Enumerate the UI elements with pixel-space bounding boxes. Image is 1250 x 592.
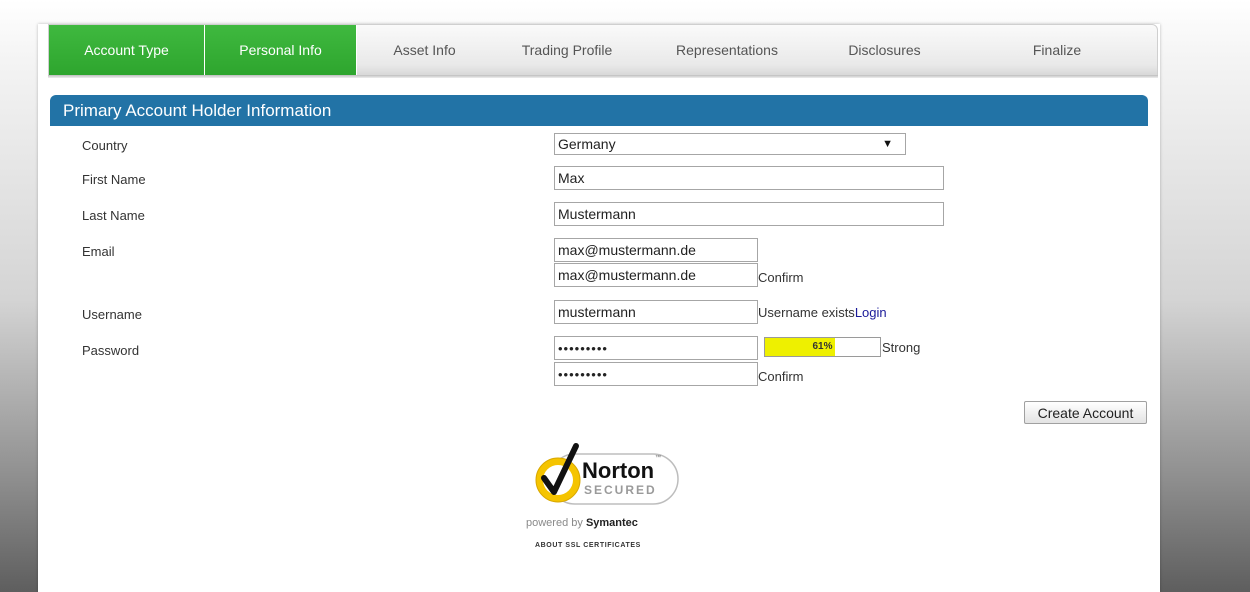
- email-confirm-label: Confirm: [758, 270, 804, 285]
- create-account-button[interactable]: Create Account: [1024, 401, 1147, 424]
- first-name-label: First Name: [82, 172, 146, 187]
- password-strength-label: Strong: [882, 340, 921, 355]
- email-label: Email: [82, 244, 115, 259]
- username-status-text: Username exists: [758, 305, 855, 320]
- first-name-input[interactable]: [554, 166, 944, 190]
- powered-by-text: powered by Symantec: [526, 517, 638, 529]
- last-name-input[interactable]: [554, 202, 944, 226]
- trademark-mark: ™: [655, 455, 661, 461]
- symantec-brand: Symantec: [585, 517, 638, 529]
- country-label: Country: [82, 138, 128, 153]
- dropdown-arrow-icon: ▼: [882, 138, 893, 150]
- country-selected-value: Germany: [558, 136, 616, 152]
- last-name-label: Last Name: [82, 208, 145, 223]
- about-ssl-link[interactable]: ABOUT SSL CERTIFICATES: [535, 542, 641, 549]
- password-strength-meter: 61%: [764, 337, 881, 357]
- tab-asset-info[interactable]: Asset Info: [357, 25, 492, 75]
- username-label: Username: [82, 307, 142, 322]
- section-title: Primary Account Holder Information: [50, 95, 1148, 126]
- registration-panel: Account Type Personal Info Asset Info Tr…: [38, 24, 1160, 592]
- email-confirm-input[interactable]: [554, 263, 758, 287]
- password-label: Password: [82, 343, 140, 358]
- tab-disclosures[interactable]: Disclosures: [812, 25, 957, 75]
- email-input[interactable]: [554, 238, 758, 262]
- login-link[interactable]: Login: [855, 305, 887, 320]
- country-select[interactable]: Germany ▼: [554, 133, 906, 155]
- tab-trading-profile[interactable]: Trading Profile: [492, 25, 642, 75]
- tab-personal-info[interactable]: Personal Info: [205, 25, 357, 75]
- password-input[interactable]: [554, 336, 758, 360]
- tab-account-type[interactable]: Account Type: [49, 25, 205, 75]
- password-confirm-input[interactable]: [554, 362, 758, 386]
- secured-text: SECURED: [584, 483, 657, 497]
- norton-seal[interactable]: Norton ™ SECURED: [520, 436, 680, 516]
- norton-brand-text: Norton: [582, 458, 655, 483]
- username-status: Username existsLogin: [758, 305, 887, 320]
- username-input[interactable]: [554, 300, 758, 324]
- tabs-divider: [48, 75, 1158, 78]
- password-confirm-label: Confirm: [758, 369, 804, 384]
- tab-finalize[interactable]: Finalize: [957, 25, 1157, 75]
- powered-by-prefix: powered by: [526, 517, 586, 529]
- wizard-tabs: Account Type Personal Info Asset Info Tr…: [48, 24, 1158, 76]
- password-strength-percent: 61%: [812, 341, 833, 352]
- tab-representations[interactable]: Representations: [642, 25, 812, 75]
